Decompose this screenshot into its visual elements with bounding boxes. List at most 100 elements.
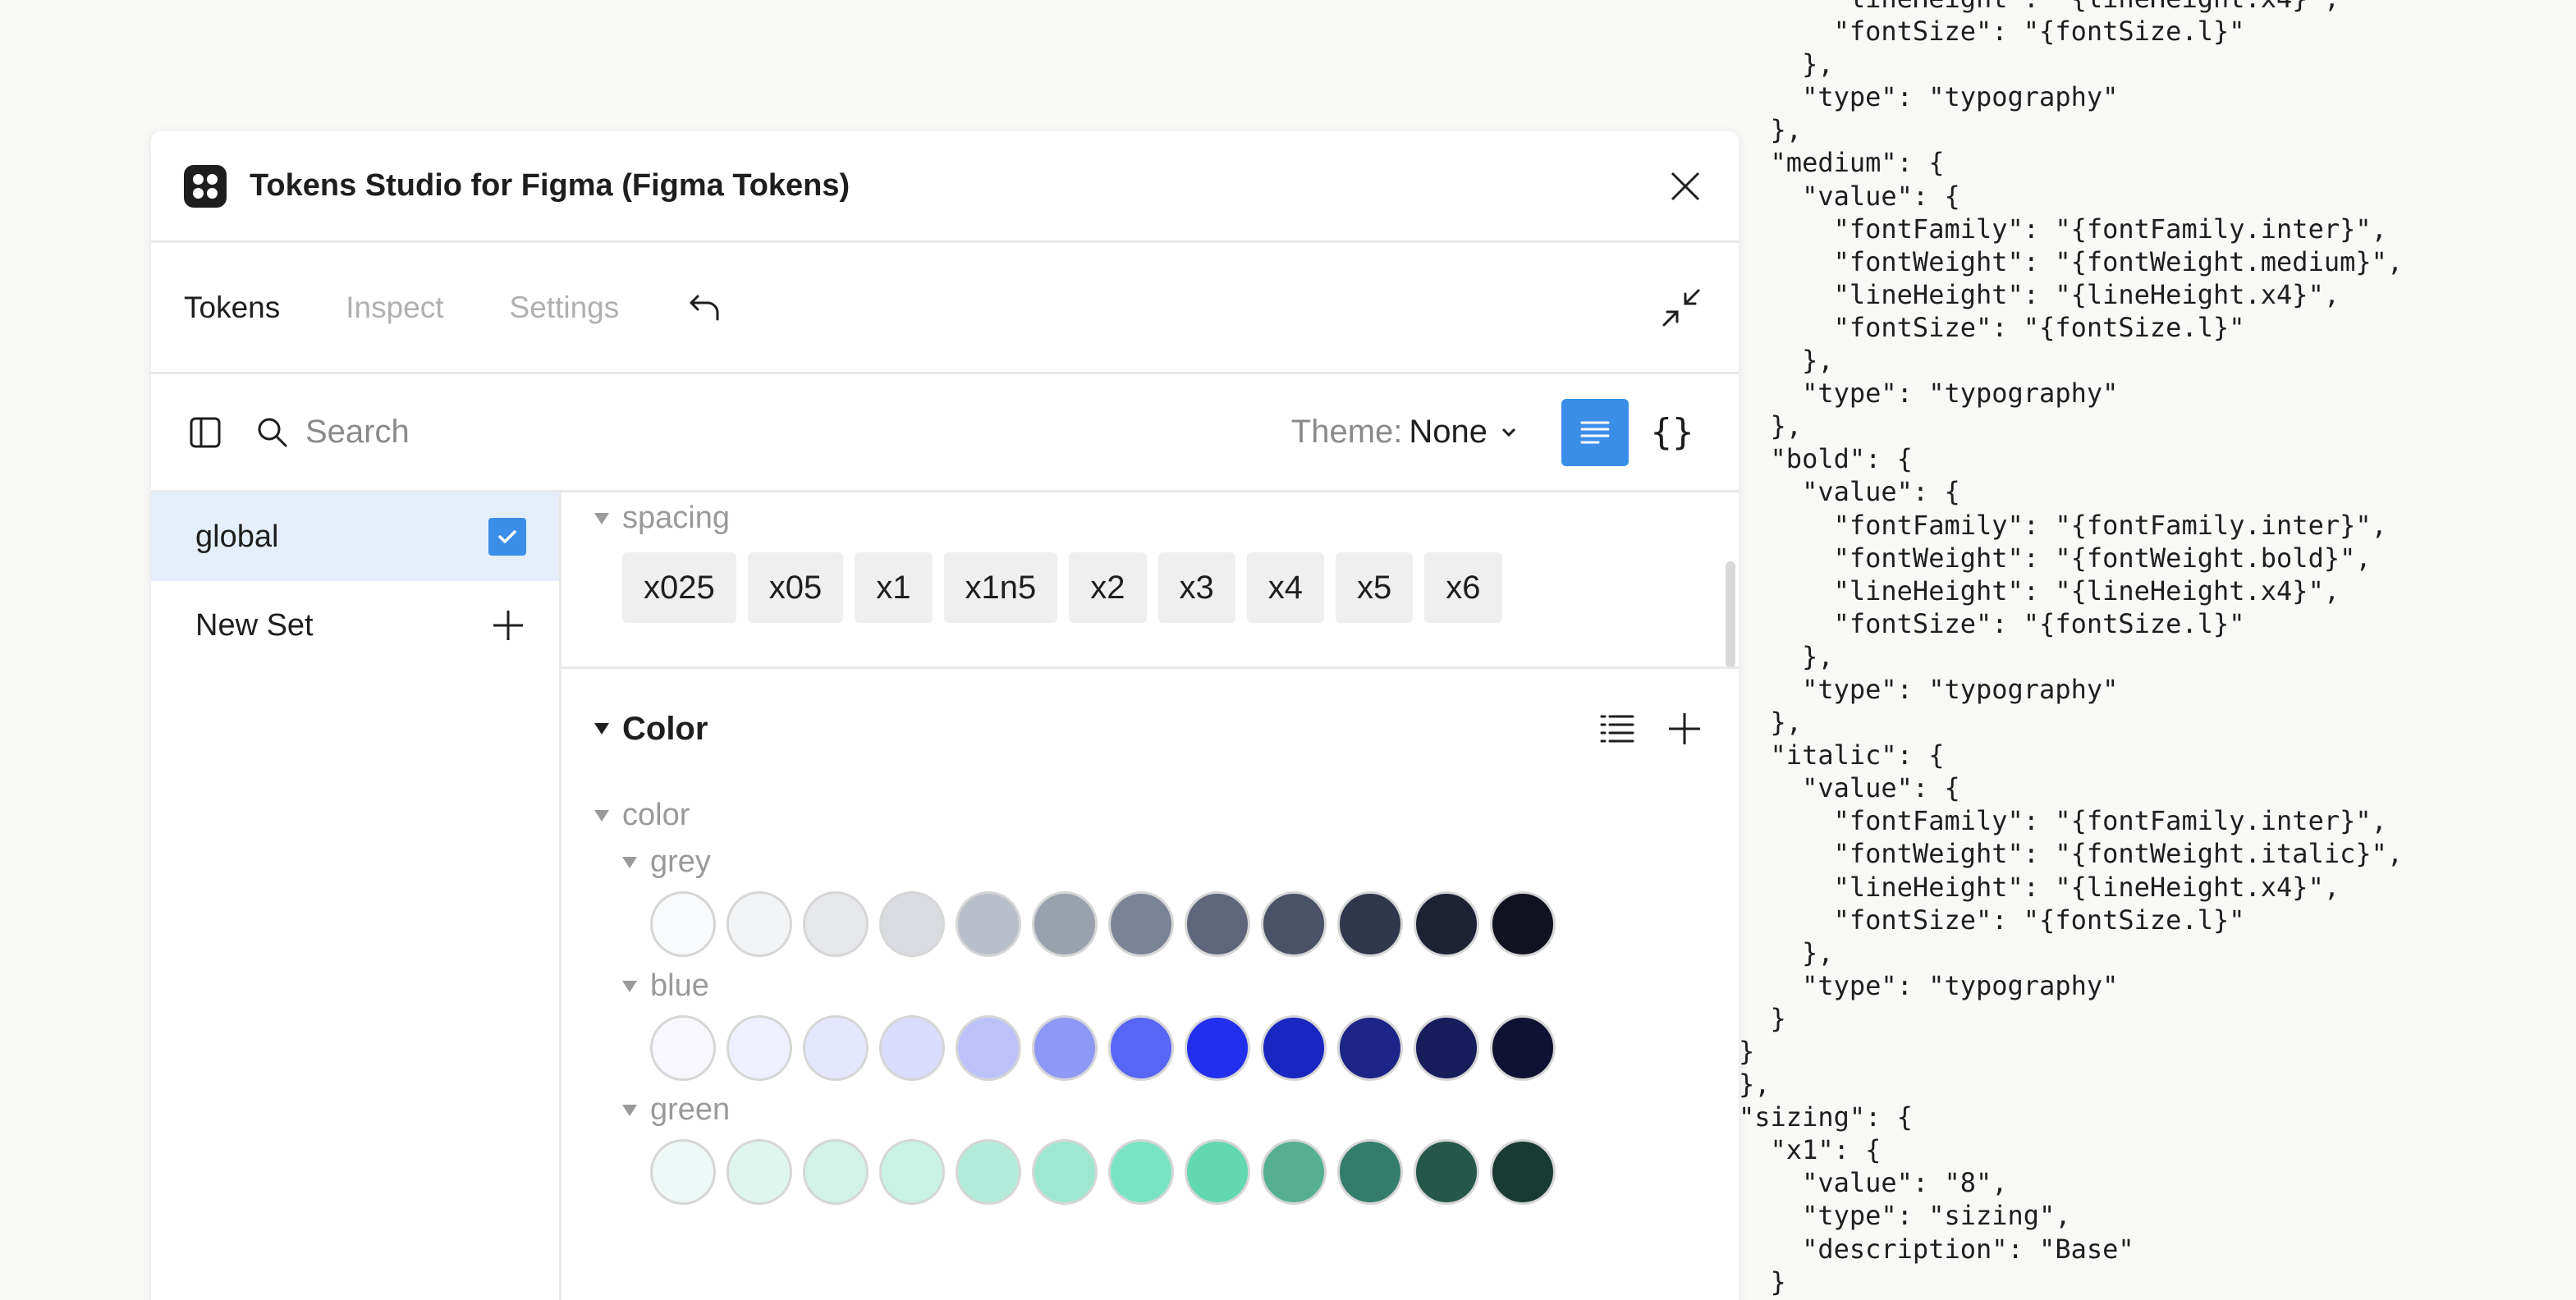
group-toggle[interactable]: grey <box>622 845 1556 880</box>
code-line: "fontSize": "{fontSize.l}" <box>1739 16 2245 48</box>
token-set-new[interactable]: New Set <box>151 581 559 670</box>
color-swatch[interactable] <box>879 891 945 957</box>
color-swatch[interactable] <box>1490 891 1556 957</box>
color-swatch[interactable] <box>879 1139 945 1205</box>
spacing-token-chip[interactable]: x2 <box>1069 552 1147 623</box>
tab-inspect[interactable]: Inspect <box>346 291 443 325</box>
spacing-token-chip[interactable]: x025 <box>622 552 736 623</box>
color-swatch[interactable] <box>803 891 869 957</box>
color-swatch[interactable] <box>1185 891 1250 957</box>
color-swatch[interactable] <box>1261 1015 1327 1081</box>
color-swatch[interactable] <box>1337 1139 1403 1205</box>
spacing-token-chip[interactable]: x5 <box>1336 552 1414 623</box>
code-line: "fontFamily": "{fontFamily.inter}", <box>1739 509 2387 541</box>
list-view-toggle-button[interactable] <box>1596 707 1639 750</box>
color-swatch[interactable] <box>1337 891 1403 957</box>
group-toggle[interactable]: spacing <box>594 501 1502 536</box>
spacing-token-chip[interactable]: x4 <box>1246 552 1324 623</box>
color-swatch[interactable] <box>956 1139 1021 1205</box>
color-swatch[interactable] <box>1108 1015 1174 1081</box>
add-token-button[interactable] <box>1663 707 1706 750</box>
color-swatch[interactable] <box>727 891 792 957</box>
color-swatch[interactable] <box>956 891 1021 957</box>
code-line: "description": "Base" <box>1739 1233 2134 1265</box>
check-icon <box>498 530 516 543</box>
color-swatch[interactable] <box>650 1139 716 1205</box>
plus-icon[interactable] <box>490 607 526 643</box>
section-title: Color <box>622 710 708 747</box>
code-line: "lineHeight": "{lineHeight.x4}", <box>1739 574 2340 607</box>
code-line: } <box>1739 1002 1786 1034</box>
color-swatch[interactable] <box>1490 1015 1556 1081</box>
color-swatch[interactable] <box>1414 1139 1479 1205</box>
tab-tokens[interactable]: Tokens <box>184 291 280 325</box>
close-button[interactable] <box>1665 166 1706 207</box>
token-toolbar: Search Theme: None {} <box>151 374 1739 492</box>
color-swatch[interactable] <box>1261 891 1327 957</box>
group-name: grey <box>650 845 711 879</box>
color-swatch[interactable] <box>1108 891 1174 957</box>
tab-settings[interactable]: Settings <box>510 291 620 325</box>
color-swatch[interactable] <box>1032 891 1098 957</box>
code-line: "fontWeight": "{fontWeight.medium}", <box>1739 245 2404 277</box>
color-swatch[interactable] <box>1185 1139 1250 1205</box>
color-swatch[interactable] <box>1261 1139 1327 1205</box>
set-enabled-checkbox[interactable] <box>488 518 526 556</box>
token-set-global[interactable]: global <box>151 492 559 581</box>
color-swatch[interactable] <box>1490 1139 1556 1205</box>
list-view-button[interactable] <box>1561 398 1629 466</box>
caret-down-icon <box>594 512 609 524</box>
color-swatch[interactable] <box>650 1015 716 1081</box>
code-line: "value": { <box>1739 476 1960 508</box>
spacing-token-chip[interactable]: x05 <box>747 552 844 623</box>
color-swatch[interactable] <box>1185 1015 1250 1081</box>
color-swatch[interactable] <box>803 1015 869 1081</box>
code-line: "sizing": { <box>1739 1101 1913 1133</box>
group-toggle[interactable]: blue <box>622 968 1556 1004</box>
json-view-button[interactable]: {} <box>1639 399 1706 466</box>
window-title: Tokens Studio for Figma (Figma Tokens) <box>250 168 850 203</box>
color-swatch[interactable] <box>727 1015 792 1081</box>
color-swatch[interactable] <box>727 1139 792 1205</box>
color-swatch[interactable] <box>879 1015 945 1081</box>
code-line: "type": "sizing", <box>1739 1200 2071 1232</box>
caret-down-icon[interactable] <box>594 723 609 735</box>
spacing-token-chip[interactable]: x3 <box>1157 552 1235 623</box>
color-swatch[interactable] <box>650 891 716 957</box>
theme-selector[interactable]: Theme: None <box>1291 414 1519 451</box>
bullet-list-icon <box>1600 715 1634 743</box>
code-line: }, <box>1739 707 1803 739</box>
tokens-list: spacing x025 x05 x1 x1n5 x2 x3 x4 x5 x6 Color <box>561 492 1739 1300</box>
scrollbar[interactable] <box>1726 561 1735 668</box>
toggle-sidebar-button[interactable] <box>184 411 227 454</box>
group-name: color <box>622 798 690 832</box>
group-toggle[interactable]: color <box>594 798 1556 833</box>
color-swatch[interactable] <box>956 1015 1021 1081</box>
color-swatch[interactable] <box>1414 1015 1479 1081</box>
code-line: "fontSize": "{fontSize.l}" <box>1739 607 2245 639</box>
color-swatch[interactable] <box>1414 891 1479 957</box>
code-line: }, <box>1739 114 1803 146</box>
spacing-token-chip[interactable]: x1 <box>855 552 933 623</box>
color-swatch[interactable] <box>1337 1015 1403 1081</box>
color-swatch[interactable] <box>1032 1015 1098 1081</box>
undo-button[interactable] <box>685 288 724 327</box>
code-line: "lineHeight": "{lineHeight.x4}", <box>1739 0 2576 15</box>
spacing-token-chip[interactable]: x6 <box>1424 552 1502 623</box>
spacing-token-chip[interactable]: x1n5 <box>943 552 1058 623</box>
token-set-label: global <box>195 519 279 554</box>
code-line: "fontSize": "{fontSize.l}" <box>1739 904 2245 936</box>
code-line: "type": "typography" <box>1739 673 2119 705</box>
color-subgroup-green: green <box>622 1092 1556 1205</box>
color-swatch[interactable] <box>1108 1139 1174 1205</box>
code-line: "fontSize": "{fontSize.l}" <box>1739 311 2245 343</box>
color-swatch[interactable] <box>1032 1139 1098 1205</box>
minimize-button[interactable] <box>1657 283 1706 332</box>
tokens-studio-logo-icon <box>184 164 227 208</box>
search-input[interactable]: Search <box>305 414 410 451</box>
group-toggle[interactable]: green <box>622 1092 1556 1128</box>
json-code-editor[interactable]: "lineHeight": "{lineHeight.x4}", "fontSi… <box>1739 0 2576 1298</box>
color-swatch[interactable] <box>803 1139 869 1205</box>
caret-down-icon <box>622 980 637 992</box>
token-sets-sidebar: global New Set <box>151 492 561 1300</box>
